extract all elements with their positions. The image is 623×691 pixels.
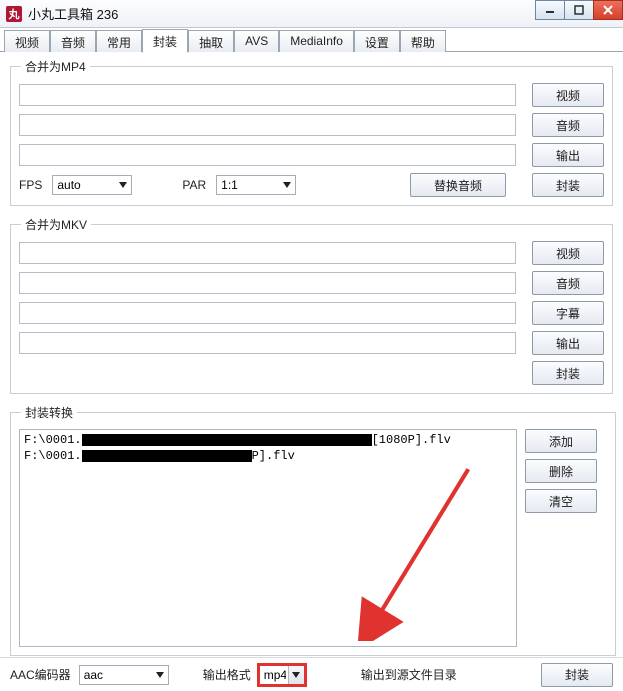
file-prefix: F:\0001. [24,448,82,464]
mkv-audio-path[interactable] [19,272,516,294]
bottom-bar: AAC编码器 输出格式 输出到源文件目录 封装 [0,657,623,691]
mp4-audio-path[interactable] [19,114,516,136]
close-button[interactable] [593,0,623,20]
convert-group-title: 封装转换 [21,404,77,421]
replace-audio-button[interactable]: 替换音频 [410,173,506,197]
tab-common[interactable]: 常用 [96,30,142,52]
window-controls [536,0,623,20]
file-suffix: [1080P].flv [372,432,451,448]
mkv-subtitle-path[interactable] [19,302,516,324]
par-combo[interactable] [216,175,296,195]
maximize-button[interactable] [564,0,594,20]
tab-settings[interactable]: 设置 [354,30,400,52]
output-format-label: 输出格式 [203,666,251,683]
convert-group: 封装转换 F:\0001. [1080P].flv F:\0001. P].fl… [10,404,616,656]
file-prefix: F:\0001. [24,432,82,448]
tab-extract[interactable]: 抽取 [188,30,234,52]
minimize-button[interactable] [535,0,565,20]
mkv-audio-button[interactable]: 音频 [532,271,604,295]
delete-button[interactable]: 删除 [525,459,597,483]
mp4-output-button[interactable]: 输出 [532,143,604,167]
tab-video[interactable]: 视频 [4,30,50,52]
tabstrip: 视频 音频 常用 封装 抽取 AVS MediaInfo 设置 帮助 [0,28,623,52]
mp4-group: 合并为MP4 视频 音频 输出 FPS PAR 替换音频 [10,58,613,206]
mp4-output-path[interactable] [19,144,516,166]
fps-combo[interactable] [52,175,132,195]
tab-help[interactable]: 帮助 [400,30,446,52]
app-icon: 丸 [6,6,22,22]
client-area: 合并为MP4 视频 音频 输出 FPS PAR 替换音频 [0,52,623,672]
tab-audio[interactable]: 音频 [50,30,96,52]
redacted-text [82,450,252,462]
fps-input[interactable] [52,175,132,195]
mkv-video-button[interactable]: 视频 [532,241,604,265]
output-dir-label: 输出到源文件目录 [361,666,457,683]
clear-button[interactable]: 清空 [525,489,597,513]
aac-encoder-combo[interactable] [79,665,169,685]
maximize-icon [574,5,584,15]
mkv-video-path[interactable] [19,242,516,264]
mp4-group-title: 合并为MP4 [21,58,90,75]
mkv-group-title: 合并为MKV [21,216,91,233]
mp4-mux-button[interactable]: 封装 [532,173,604,197]
par-label: PAR [182,178,206,192]
output-format-combo[interactable] [259,665,305,685]
tab-mediainfo[interactable]: MediaInfo [279,30,354,52]
mkv-group: 合并为MKV 视频 音频 字幕 输出 封装 [10,216,613,394]
par-input[interactable] [216,175,296,195]
list-item[interactable]: F:\0001. [1080P].flv [24,432,512,448]
mp4-video-path[interactable] [19,84,516,106]
fps-label: FPS [19,178,42,192]
bottom-mux-button[interactable]: 封装 [541,663,613,687]
tab-avs[interactable]: AVS [234,30,279,52]
redacted-text [82,434,372,446]
aac-encoder-label: AAC编码器 [10,666,71,683]
output-format-input[interactable] [259,665,305,685]
mkv-mux-button[interactable]: 封装 [532,361,604,385]
titlebar: 丸 小丸工具箱 236 [0,0,623,28]
window-title: 小丸工具箱 236 [28,4,118,23]
aac-encoder-input[interactable] [79,665,169,685]
minimize-icon [545,5,555,15]
tab-mux[interactable]: 封装 [142,29,188,53]
close-icon [603,5,613,15]
file-suffix: P].flv [252,448,295,464]
mp4-audio-button[interactable]: 音频 [532,113,604,137]
file-list[interactable]: F:\0001. [1080P].flv F:\0001. P].flv [19,429,517,647]
add-button[interactable]: 添加 [525,429,597,453]
mkv-subtitle-button[interactable]: 字幕 [532,301,604,325]
list-item[interactable]: F:\0001. P].flv [24,448,512,464]
mp4-video-button[interactable]: 视频 [532,83,604,107]
mkv-output-button[interactable]: 输出 [532,331,604,355]
mkv-output-path[interactable] [19,332,516,354]
